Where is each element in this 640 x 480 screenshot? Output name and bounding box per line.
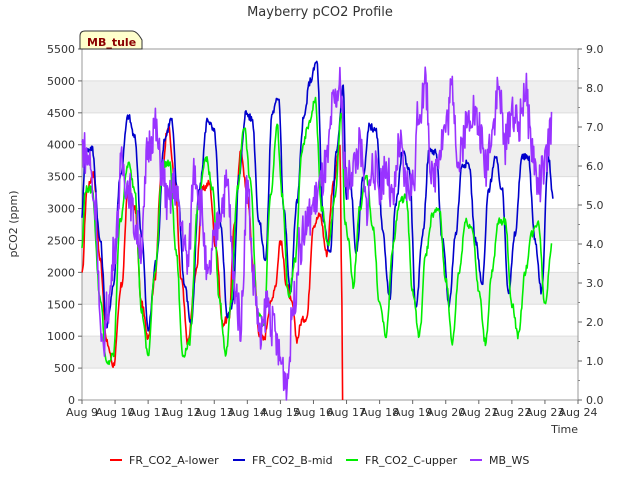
x-axis: Aug 9Aug 10Aug 11Aug 12Aug 13Aug 14Aug 1… xyxy=(66,400,597,419)
y2-tick-label: 8.0 xyxy=(586,82,604,95)
y-tick-label: 4000 xyxy=(47,139,75,152)
y-tick-label: 3500 xyxy=(47,171,75,184)
y-tick-label: 4500 xyxy=(47,107,75,120)
chart-title: Mayberry pCO2 Profile xyxy=(247,5,393,20)
x-tick-label: Aug 9 xyxy=(66,406,98,419)
site-tag: MB_tule xyxy=(79,30,143,50)
y-tick-label: 2000 xyxy=(47,266,75,279)
y-tick-label: 5000 xyxy=(47,75,75,88)
chart-canvas: 0500100015002000250030003500400045005000… xyxy=(7,5,604,467)
y2-tick-label: 2.0 xyxy=(586,316,604,329)
left-axis: 0500100015002000250030003500400045005000… xyxy=(47,43,82,407)
y-tick-label: 3000 xyxy=(47,203,75,216)
legend-label: FR_CO2_B-mid xyxy=(252,454,333,467)
y-tick-label: 500 xyxy=(54,362,75,375)
grid-band xyxy=(82,80,578,113)
right-axis: 0.01.02.03.04.05.06.07.08.09.0 xyxy=(578,43,604,407)
x-axis-label: Time xyxy=(550,423,578,436)
y2-tick-label: 1.0 xyxy=(586,355,604,368)
y-tick-label: 5500 xyxy=(47,43,75,56)
y-axis-label: pCO2 (ppm) xyxy=(7,190,20,257)
grid-band xyxy=(82,144,578,177)
y2-tick-label: 3.0 xyxy=(586,277,604,290)
y2-tick-label: 5.0 xyxy=(586,199,604,212)
legend: FR_CO2_A-lower FR_CO2_B-mid FR_CO2_C-upper… xyxy=(110,454,529,467)
y-tick-label: 1500 xyxy=(47,298,75,311)
y2-tick-label: 7.0 xyxy=(586,121,604,134)
legend-label: FR_CO2_A-lower xyxy=(129,454,219,467)
legend-label: FR_CO2_C-upper xyxy=(365,454,458,467)
x-tick-label: Aug 24 xyxy=(559,406,598,419)
y2-tick-label: 6.0 xyxy=(586,160,604,173)
grid-band xyxy=(82,272,578,305)
y2-tick-label: 4.0 xyxy=(586,238,604,251)
y-tick-label: 2500 xyxy=(47,234,75,247)
site-tag-label: MB_tule xyxy=(87,36,136,49)
y-tick-label: 1000 xyxy=(47,330,75,343)
legend-label: MB_WS xyxy=(489,454,529,467)
grid-band xyxy=(82,336,578,369)
y2-tick-label: 9.0 xyxy=(586,43,604,56)
